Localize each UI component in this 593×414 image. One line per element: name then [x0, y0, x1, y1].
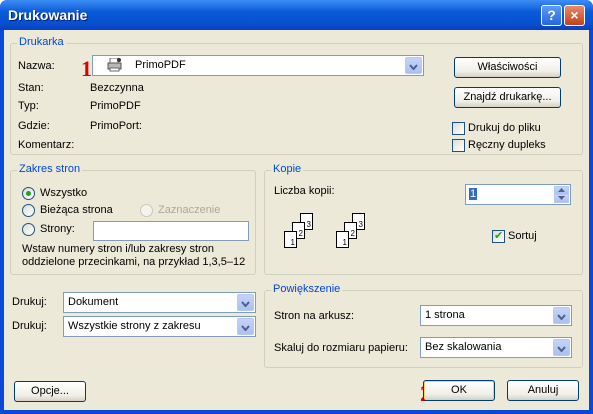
manual-duplex-label[interactable]: Ręczny dupleks [468, 139, 546, 151]
options-button[interactable]: Opcje... [14, 381, 86, 402]
dialog-title: Drukowanie [8, 7, 88, 23]
pages-per-sheet-select[interactable]: 1 strona [420, 305, 572, 326]
page-range-group-title: Zakres stron [17, 163, 83, 175]
radio-all-pages[interactable] [22, 187, 35, 200]
printer-name-value: PrimoPDF [135, 59, 186, 71]
properties-button[interactable]: Właściwości [454, 57, 561, 78]
page-range-hint: Wstaw numery stron i/lub zakresy stron o… [22, 243, 246, 268]
print-dialog: Drukowanie ? × Drukarka Nazwa: 1 PrimoPD… [0, 0, 593, 414]
print-pages-value: Wszystkie strony z zakresu [68, 320, 201, 332]
radio-pages[interactable] [22, 223, 35, 236]
radio-current-page[interactable] [22, 204, 35, 217]
copies-count-value: 1 [469, 188, 478, 200]
print-what-value: Dokument [68, 296, 119, 308]
where-value: PrimoPort: [90, 120, 142, 132]
print-pages-select[interactable]: Wszystkie strony z zakresu [63, 316, 256, 337]
pages-per-sheet-label: Stron na arkusz: [274, 310, 355, 322]
chevron-down-icon[interactable] [237, 294, 254, 311]
radio-pages-label[interactable]: Strony: [40, 223, 75, 235]
chevron-down-icon[interactable] [553, 339, 570, 356]
print-to-file-label[interactable]: Drukuj do pliku [468, 122, 541, 134]
printer-name-label: Nazwa: [18, 60, 55, 72]
printer-name-select[interactable]: PrimoPDF [92, 55, 424, 76]
dialog-body: Drukarka Nazwa: 1 PrimoPDF Właściwości S… [4, 30, 589, 410]
radio-all-pages-label[interactable]: Wszystko [40, 187, 87, 199]
copies-count-label: Liczba kopii: [274, 185, 335, 197]
pages-per-sheet-value: 1 strona [425, 309, 465, 321]
where-label: Gdzie: [18, 120, 50, 132]
collate-page: 1 [336, 231, 349, 248]
comment-label: Komentarz: [18, 139, 75, 151]
scale-select[interactable]: Bez skalowania [420, 337, 572, 358]
ok-button[interactable]: OK [423, 380, 495, 401]
annotation-marker-1: 1 [81, 56, 92, 81]
title-bar[interactable]: Drukowanie ? × [0, 0, 593, 30]
copies-count-spinner[interactable]: 1 [465, 184, 571, 205]
status-label: Stan: [18, 82, 44, 94]
chevron-down-icon[interactable] [405, 57, 422, 74]
print-to-file-checkbox[interactable] [452, 122, 465, 135]
print-pages-label: Drukuj: [12, 320, 47, 332]
scale-value: Bez skalowania [425, 341, 502, 353]
radio-selection [140, 204, 153, 217]
cancel-button[interactable]: Anuluj [507, 380, 579, 401]
collate-checkbox[interactable] [492, 229, 505, 243]
chevron-down-icon[interactable] [553, 307, 570, 324]
printer-group-title: Drukarka [17, 36, 66, 48]
help-button[interactable]: ? [541, 5, 562, 26]
status-value: Bezczynna [90, 82, 144, 94]
type-label: Typ: [18, 100, 39, 112]
radio-selection-label: Zaznaczenie [158, 204, 221, 216]
scale-label: Skaluj do rozmiaru papieru: [274, 342, 408, 354]
spin-down-icon[interactable] [554, 194, 569, 203]
radio-current-page-label[interactable]: Bieżąca strona [40, 204, 113, 216]
manual-duplex-checkbox[interactable] [452, 139, 465, 152]
print-what-select[interactable]: Dokument [63, 292, 256, 313]
zoom-group-title: Powiększenie [271, 283, 343, 295]
type-value: PrimoPDF [90, 100, 141, 112]
pages-input[interactable] [93, 221, 249, 241]
copies-group-title: Kopie [271, 163, 304, 175]
find-printer-button[interactable]: Znajdź drukarkę... [454, 87, 561, 108]
close-button[interactable]: × [564, 5, 585, 26]
collate-page: 1 [284, 231, 297, 248]
collate-label[interactable]: Sortuj [508, 230, 537, 242]
print-what-label: Drukuj: [12, 296, 47, 308]
chevron-down-icon[interactable] [237, 318, 254, 335]
printer-icon [107, 57, 123, 72]
